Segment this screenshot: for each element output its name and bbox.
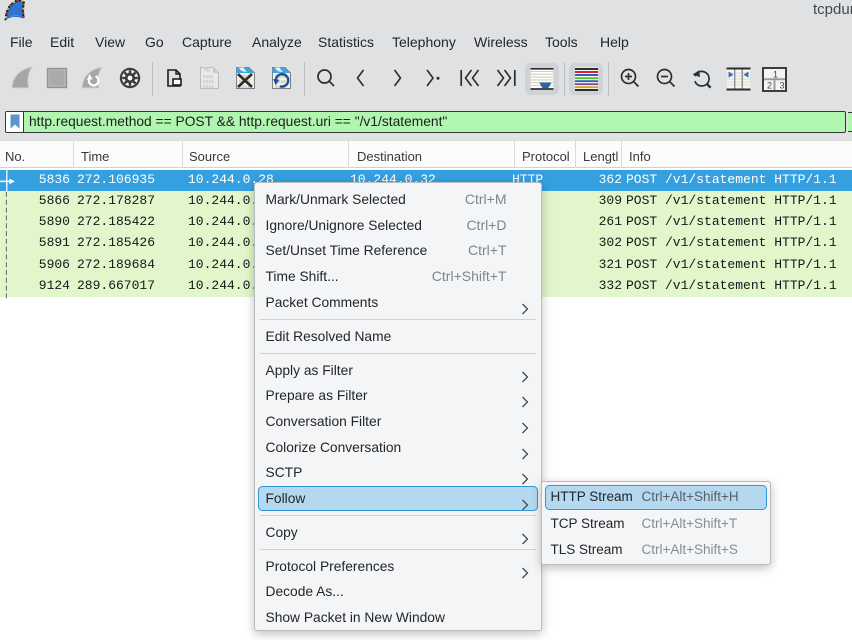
svg-text:3: 3 <box>780 80 785 90</box>
svg-text:0111: 0111 <box>203 84 214 90</box>
svg-text:1: 1 <box>773 69 778 79</box>
svg-text:2: 2 <box>767 80 772 90</box>
